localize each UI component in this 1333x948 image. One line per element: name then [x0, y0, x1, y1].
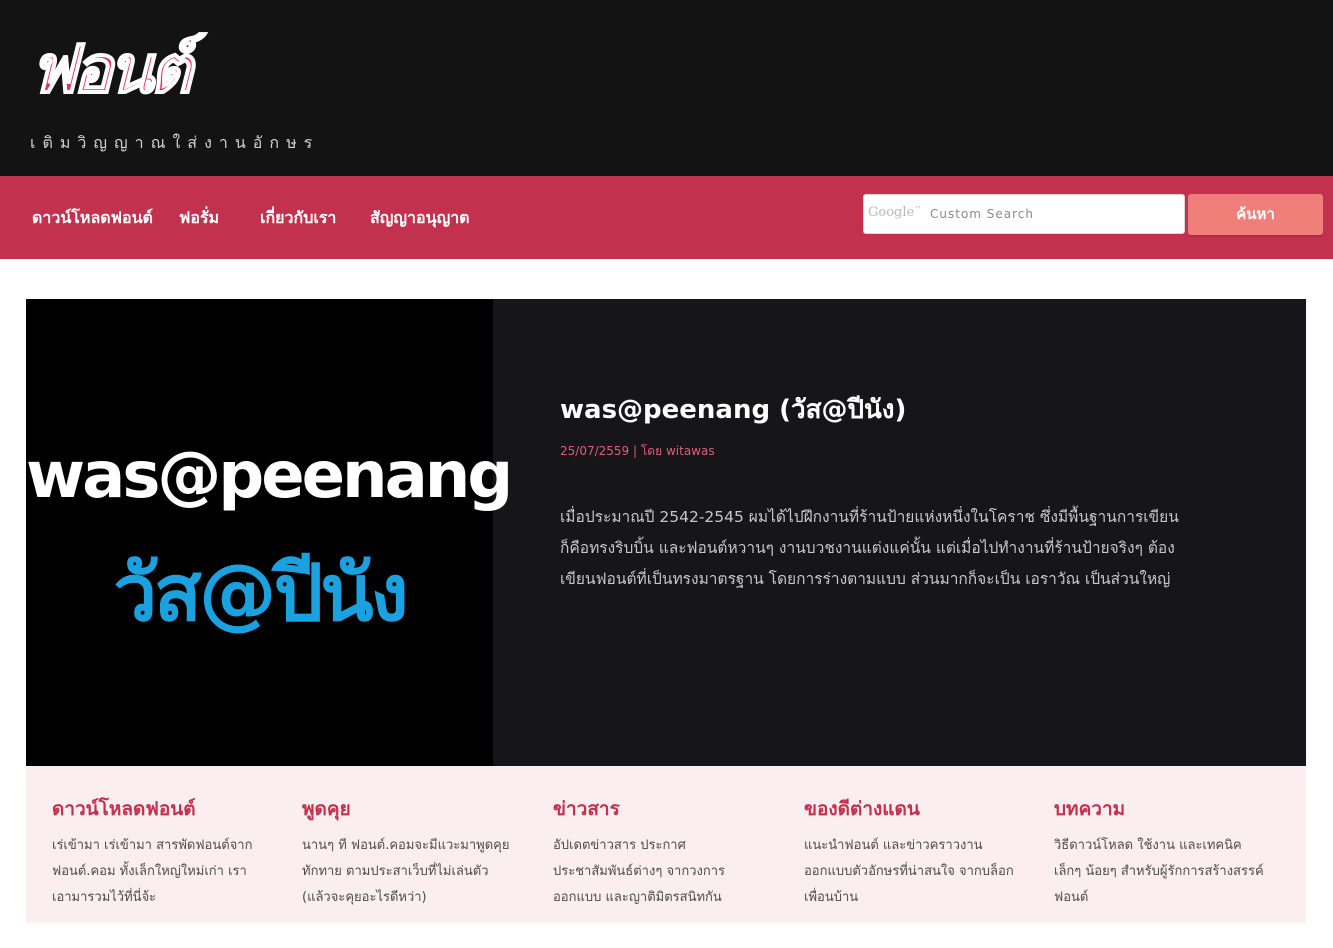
search-button[interactable]: ค้นหา: [1188, 194, 1323, 235]
category-title[interactable]: ของดีต่างแดน: [804, 794, 1014, 824]
search-placeholder: Custom Search: [930, 207, 1035, 221]
post-author[interactable]: witawas: [666, 444, 715, 458]
category-description: เร่เข้ามา เร่เข้ามา สารพัดฟอนต์จาก ฟอนต์…: [52, 838, 253, 905]
category-description: นานๆ ที ฟอนต์.คอมจะมีแวะมาพูดคุยทักทาย ต…: [302, 838, 510, 905]
google-logo-icon: Google™: [868, 205, 922, 220]
category-title[interactable]: ข่าวสาร: [553, 794, 763, 824]
site-header: ฟอนต์ เติมวิญญาณใส่งานอักษร: [0, 0, 1333, 176]
nav-item-about[interactable]: เกี่ยวกับเรา: [260, 206, 336, 231]
category-news: ข่าวสาร อัปเดตข่าวสาร ประกาศ ประชาสัมพัน…: [553, 794, 763, 911]
site-logo[interactable]: ฟอนต์: [30, 26, 300, 114]
nav-item-forum[interactable]: ฟอรั่ม: [179, 206, 219, 231]
featured-post: was@peenang วัส@ปีนัง was@peenang (วัส@ป…: [26, 299, 1306, 766]
main-nav: ดาวน์โหลดฟอนต์ ฟอรั่ม เกี่ยวกับเรา สัญญา…: [0, 176, 1333, 259]
category-title[interactable]: บทความ: [1054, 794, 1264, 824]
meta-separator: |: [633, 444, 641, 458]
category-articles: บทความ วิธีดาวน์โหลด ใช้งาน และเทคนิคเล็…: [1054, 794, 1264, 911]
category-description: แนะนำฟอนต์ และข่าวคราวงานออกแบบตัวอักษรท…: [804, 838, 1014, 905]
site-tagline: เติมวิญญาณใส่งานอักษร: [30, 133, 320, 152]
nav-item-license[interactable]: สัญญาอนุญาต: [370, 206, 470, 231]
post-date: 25/07/2559: [560, 444, 630, 458]
search-input[interactable]: Google™ Custom Search: [863, 194, 1185, 234]
nav-item-download-fonts[interactable]: ดาวน์โหลดฟอนต์: [32, 206, 153, 231]
post-excerpt: เมื่อประมาณปี 2542-2545 ผมได้ไปฝึกงานที่…: [560, 508, 1179, 588]
category-strip: ดาวน์โหลดฟอนต์ เร่เข้ามา เร่เข้ามา สารพั…: [26, 766, 1306, 923]
image-text-thai: วัส@ปีนัง: [113, 549, 408, 639]
post-title[interactable]: was@peenang (วัส@ปีนัง): [560, 389, 906, 430]
category-download: ดาวน์โหลดฟอนต์ เร่เข้ามา เร่เข้ามา สารพั…: [52, 794, 262, 911]
image-text-latin: was@peenang: [26, 439, 513, 513]
category-description: วิธีดาวน์โหลด ใช้งาน และเทคนิคเล็กๆ น้อย…: [1054, 838, 1264, 905]
category-description: อัปเดตข่าวสาร ประกาศ ประชาสัมพันธ์ต่างๆ …: [553, 838, 726, 905]
category-abroad: ของดีต่างแดน แนะนำฟอนต์ และข่าวคราวงานออ…: [804, 794, 1014, 911]
featured-post-image[interactable]: was@peenang วัส@ปีนัง: [26, 299, 513, 766]
category-title[interactable]: พูดคุย: [302, 794, 512, 824]
category-chat: พูดคุย นานๆ ที ฟอนต์.คอมจะมีแวะมาพูดคุยท…: [302, 794, 512, 911]
post-author-prefix: โดย: [640, 444, 663, 458]
post-meta: 25/07/2559 | โดย witawas: [560, 442, 715, 461]
category-title[interactable]: ดาวน์โหลดฟอนต์: [52, 794, 262, 824]
